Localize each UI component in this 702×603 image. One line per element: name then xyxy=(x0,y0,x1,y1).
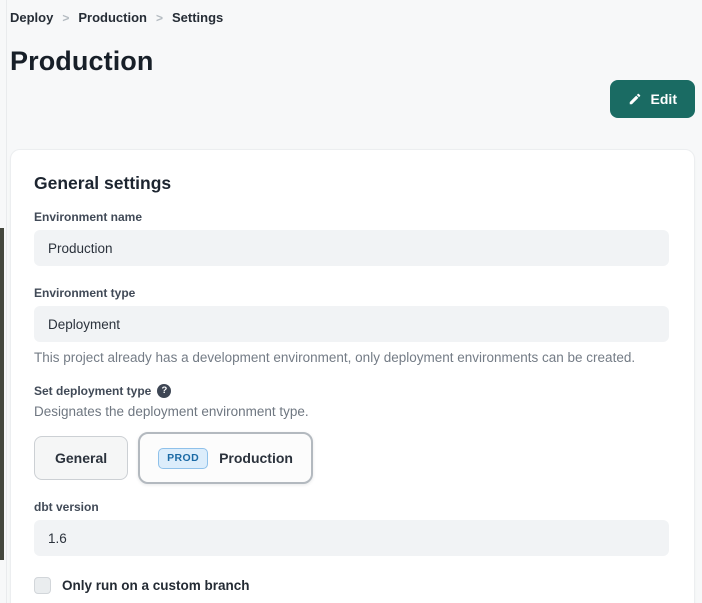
deployment-type-label: Set deployment type ? xyxy=(34,384,669,398)
custom-branch-label: Only run on a custom branch xyxy=(62,578,250,593)
environment-name-value: Production xyxy=(48,241,113,256)
toolbar: Edit xyxy=(10,80,695,118)
deployment-type-options: General PROD Production xyxy=(34,432,669,484)
prod-badge: PROD xyxy=(158,448,208,469)
deployment-type-option-general[interactable]: General xyxy=(34,436,128,480)
deployment-type-group: Set deployment type ? Designates the dep… xyxy=(34,384,669,484)
option-production-label: Production xyxy=(219,450,293,466)
deployment-type-description: Designates the deployment environment ty… xyxy=(34,404,669,420)
general-settings-card: General settings Environment name Produc… xyxy=(10,149,695,603)
environment-type-input[interactable]: Deployment xyxy=(34,306,669,342)
card-heading: General settings xyxy=(34,170,669,196)
breadcrumb-production[interactable]: Production xyxy=(78,10,147,25)
dbt-version-label: dbt version xyxy=(34,500,669,514)
custom-branch-row: Only run on a custom branch xyxy=(34,577,669,594)
deployment-type-option-production[interactable]: PROD Production xyxy=(138,432,313,484)
page-title: Production xyxy=(10,45,695,77)
dbt-version-value: 1.6 xyxy=(48,531,67,546)
breadcrumb: Deploy > Production > Settings xyxy=(10,10,695,25)
breadcrumb-settings[interactable]: Settings xyxy=(172,10,223,25)
question-mark-circle-icon[interactable]: ? xyxy=(157,384,171,398)
edit-button[interactable]: Edit xyxy=(610,80,695,118)
deployment-type-label-text: Set deployment type xyxy=(34,384,151,398)
environment-name-group: Environment name Production xyxy=(34,210,669,266)
environment-type-label: Environment type xyxy=(34,286,669,300)
environment-name-label: Environment name xyxy=(34,210,669,224)
environment-type-value: Deployment xyxy=(48,317,120,332)
custom-branch-checkbox[interactable] xyxy=(34,577,51,594)
left-panel-divider xyxy=(6,0,7,603)
screen-edge-artifact xyxy=(0,228,4,560)
chevron-right-icon: > xyxy=(62,11,69,25)
pencil-icon xyxy=(628,92,642,106)
option-general-label: General xyxy=(55,450,107,466)
chevron-right-icon: > xyxy=(156,11,163,25)
dbt-version-group: dbt version 1.6 xyxy=(34,500,669,556)
environment-type-group: Environment type Deployment This project… xyxy=(34,286,669,366)
dbt-version-input[interactable]: 1.6 xyxy=(34,520,669,556)
environment-type-helper: This project already has a development e… xyxy=(34,350,669,366)
environment-name-input[interactable]: Production xyxy=(34,230,669,266)
edit-button-label: Edit xyxy=(651,91,677,107)
settings-page: Deploy > Production > Settings Productio… xyxy=(0,0,702,603)
breadcrumb-deploy[interactable]: Deploy xyxy=(10,10,53,25)
